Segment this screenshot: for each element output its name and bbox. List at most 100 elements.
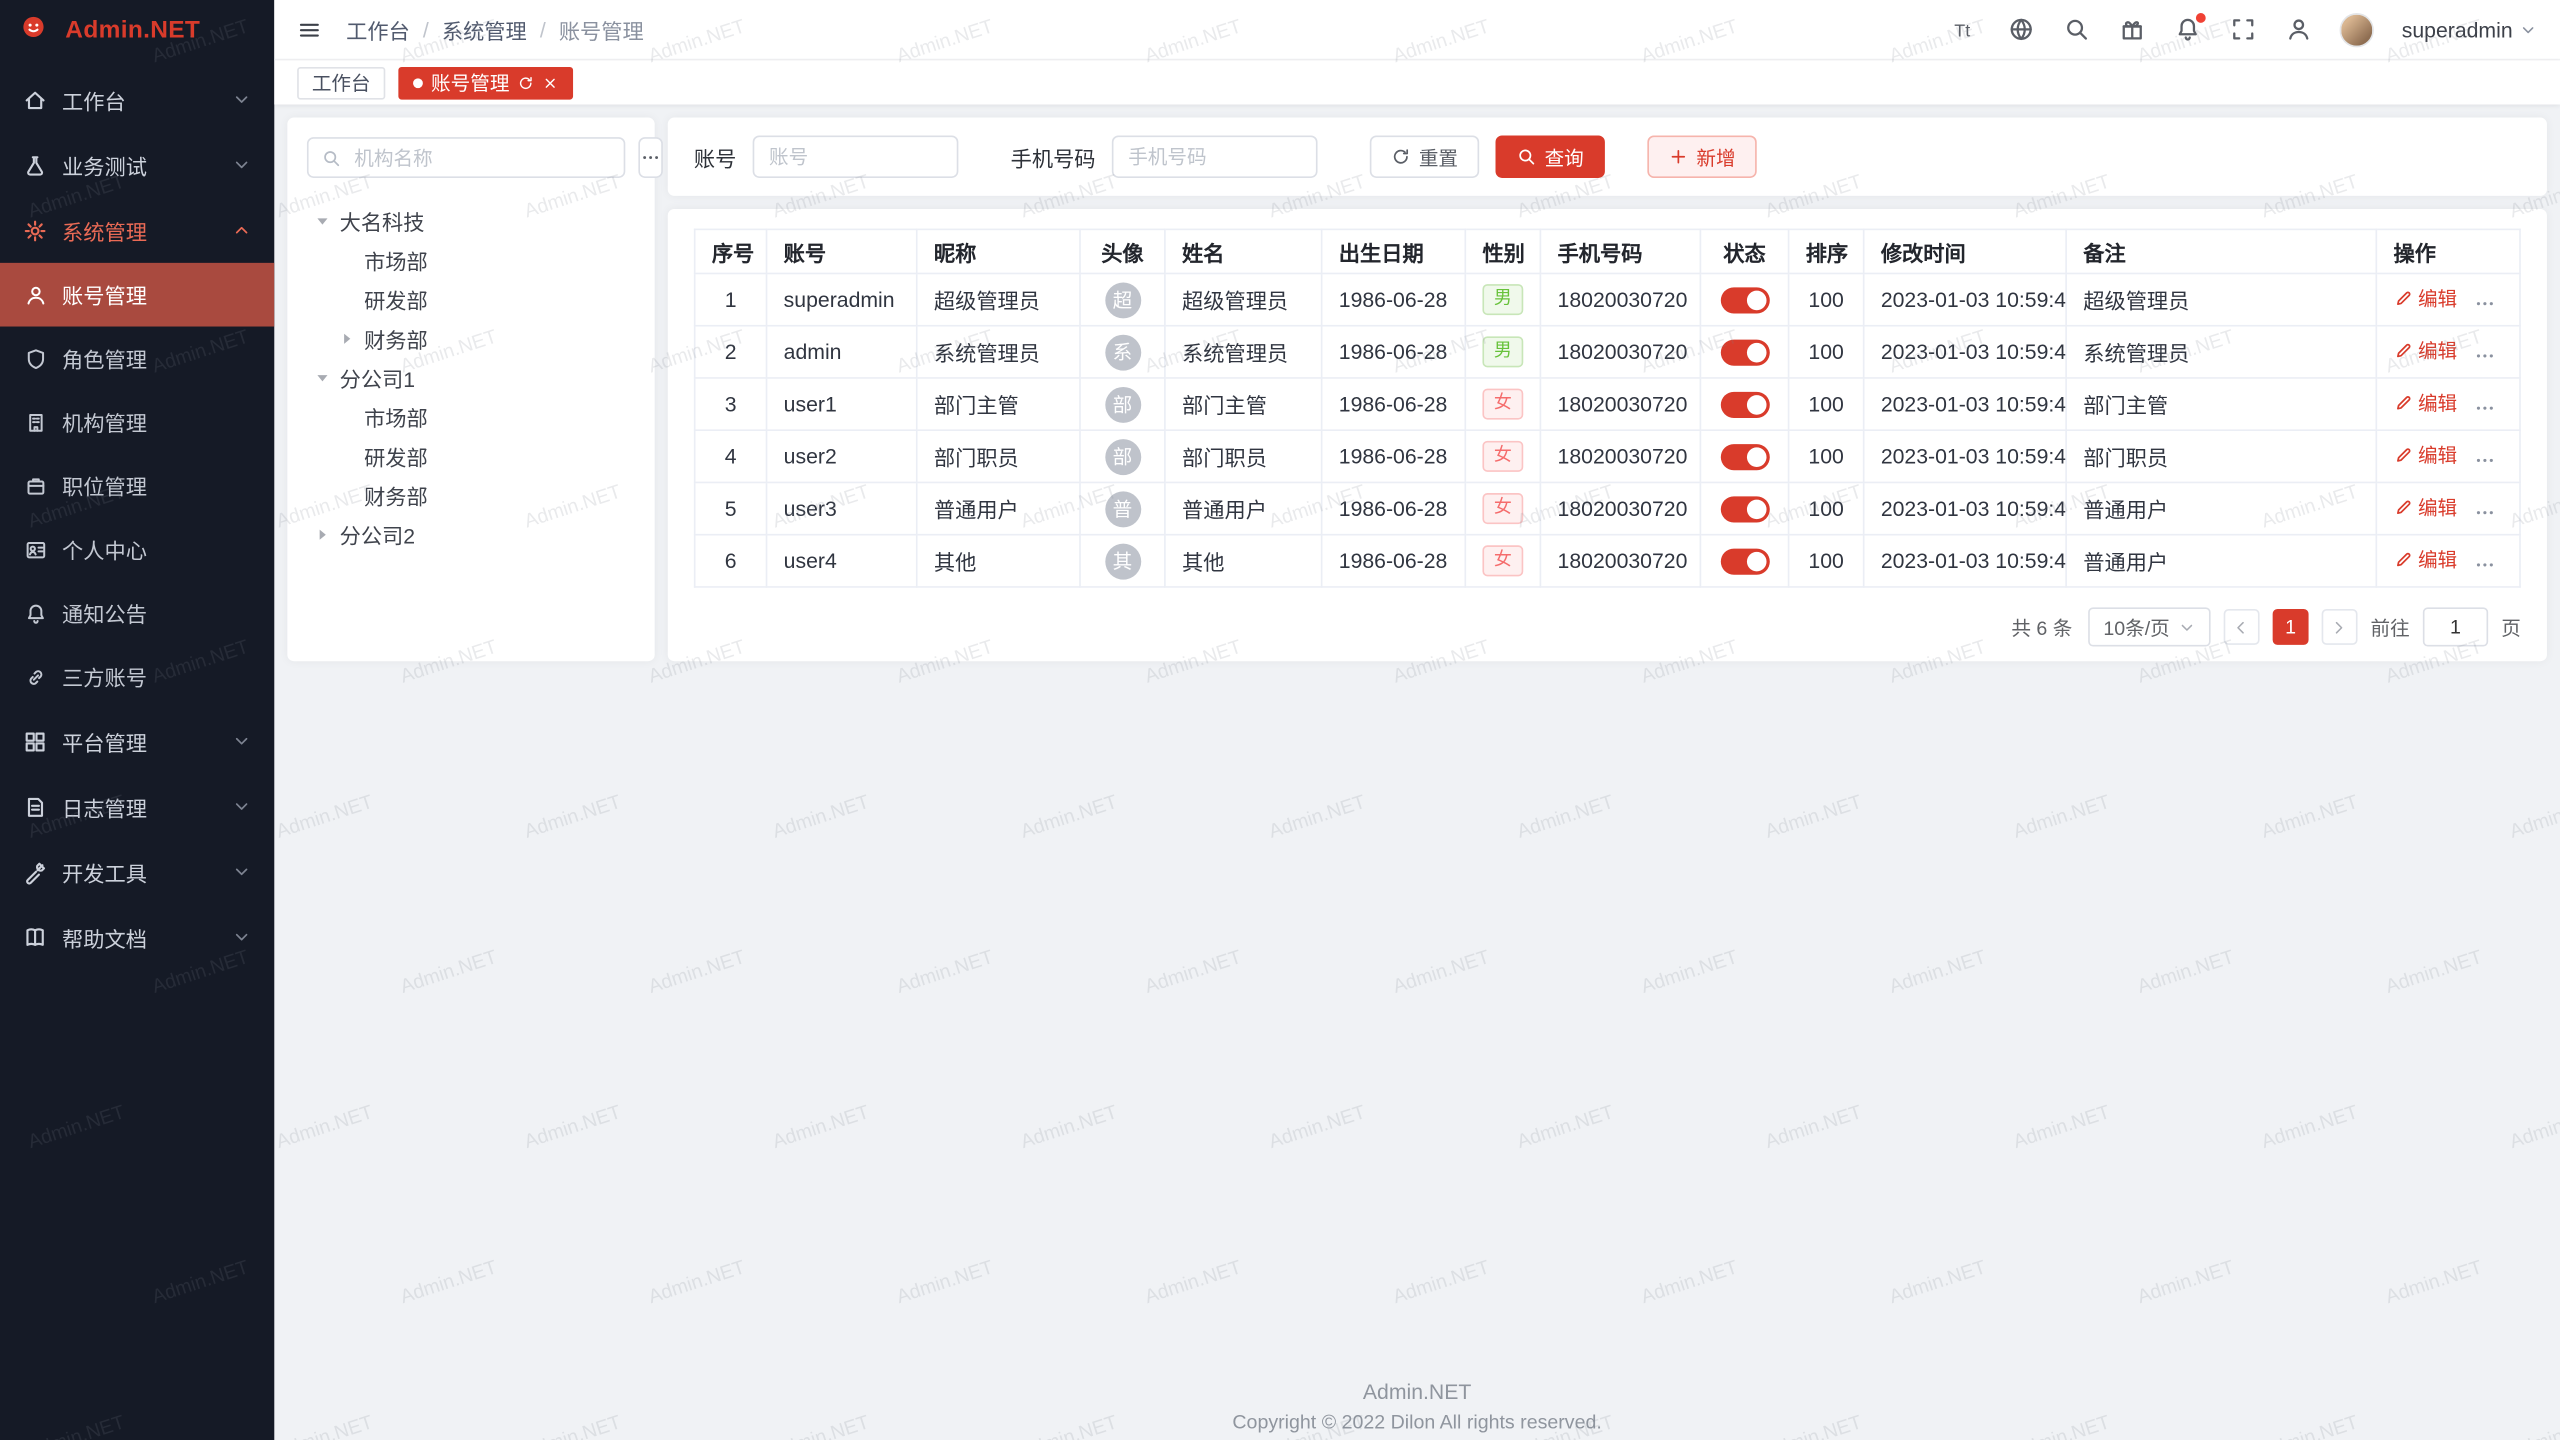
sidebar-item-grid[interactable]: 平台管理	[0, 709, 274, 774]
cell-nickname: 部门职员	[917, 430, 1080, 482]
breadcrumb-item-account: 账号管理	[559, 14, 644, 45]
status-toggle[interactable]	[1720, 391, 1769, 417]
edit-button[interactable]: 编辑	[2393, 494, 2457, 522]
tree-node[interactable]: 财务部	[307, 475, 635, 514]
tree-node[interactable]: 大名科技	[307, 201, 635, 240]
cell-account: user4	[767, 535, 917, 587]
row-more-button[interactable]	[2473, 448, 2496, 471]
sidebar-subitem-shield[interactable]: 角色管理	[0, 327, 274, 391]
row-more-button[interactable]	[2473, 500, 2496, 523]
tab-close-button[interactable]	[542, 74, 558, 90]
sidebar-subitem-badge[interactable]: 职位管理	[0, 454, 274, 518]
cell-nickname: 系统管理员	[917, 326, 1080, 378]
logo[interactable]: Admin.NET	[0, 0, 274, 60]
page-unit: 页	[2501, 613, 2521, 641]
edit-button[interactable]: 编辑	[2393, 389, 2457, 417]
tree-node-label: 大名科技	[335, 205, 425, 236]
global-search-button[interactable]	[2062, 16, 2090, 44]
more-icon	[2473, 344, 2496, 367]
tree-node[interactable]: 研发部	[307, 436, 635, 475]
status-toggle[interactable]	[1720, 339, 1769, 365]
tab-label: 工作台	[312, 69, 371, 97]
column-header: 昵称	[917, 229, 1080, 273]
row-more-button[interactable]	[2473, 344, 2496, 367]
flask-icon	[23, 153, 47, 177]
tab-refresh-button[interactable]	[518, 74, 534, 90]
row-more-button[interactable]	[2473, 291, 2496, 314]
menu-collapse-button[interactable]	[297, 15, 326, 44]
avatar[interactable]	[2340, 12, 2374, 46]
org-search-row	[307, 137, 635, 178]
sidebar-item-home[interactable]: 工作台	[0, 67, 274, 132]
tab-workbench[interactable]: 工作台	[297, 66, 385, 99]
tree-node[interactable]: 分公司1	[307, 358, 635, 397]
accounts-table-card: 序号账号昵称头像姓名出生日期性别手机号码状态排序修改时间备注操作 1supera…	[668, 209, 2547, 661]
edit-icon	[2393, 289, 2413, 309]
tree-node[interactable]: 市场部	[307, 240, 635, 279]
menu-label: 三方账号	[62, 661, 147, 692]
row-avatar: 超	[1104, 282, 1140, 318]
cell-avatar: 系	[1080, 326, 1165, 378]
status-toggle[interactable]	[1720, 287, 1769, 313]
gender-badge: 男	[1482, 284, 1523, 315]
row-index: 6	[695, 535, 767, 587]
cell-account: user1	[767, 378, 917, 430]
status-toggle[interactable]	[1720, 496, 1769, 522]
sidebar-subitem-building[interactable]: 机构管理	[0, 390, 274, 454]
sidebar-item-wrench[interactable]: 开发工具	[0, 839, 274, 904]
chevron-down-icon	[232, 155, 252, 175]
prev-page-button[interactable]	[2224, 609, 2260, 645]
logo-icon	[21, 14, 54, 47]
status-toggle[interactable]	[1720, 444, 1769, 470]
goto-page-input[interactable]	[2423, 607, 2488, 646]
book-icon	[23, 925, 47, 949]
gender-badge: 女	[1482, 545, 1523, 576]
sidebar-item-flask[interactable]: 业务测试	[0, 132, 274, 197]
breadcrumb-item-system[interactable]: 系统管理	[442, 14, 527, 45]
menu-label: 角色管理	[62, 343, 147, 374]
fullscreen-button[interactable]	[2229, 16, 2257, 44]
sidebar-subitem-user[interactable]: 账号管理	[0, 263, 274, 327]
status-toggle[interactable]	[1720, 548, 1769, 574]
sidebar-subitem-link[interactable]: 三方账号	[0, 645, 274, 709]
profile-button[interactable]	[2284, 16, 2312, 44]
account-input[interactable]	[753, 136, 959, 178]
search-button[interactable]: 查询	[1496, 136, 1605, 178]
sidebar-subitem-profile[interactable]: 个人中心	[0, 518, 274, 582]
language-button[interactable]	[2007, 16, 2035, 44]
tree-node-label: 市场部	[359, 244, 428, 275]
tree-node[interactable]: 市场部	[307, 397, 635, 436]
sidebar-subitem-bell[interactable]: 通知公告	[0, 581, 274, 645]
caret-down-icon	[313, 368, 331, 386]
notification-button[interactable]	[2173, 16, 2201, 44]
reset-button[interactable]: 重置	[1370, 136, 1479, 178]
cell-remark: 普通用户	[2066, 482, 2376, 534]
next-page-button[interactable]	[2322, 609, 2358, 645]
sidebar-item-doc[interactable]: 日志管理	[0, 774, 274, 839]
cell-name: 系统管理员	[1165, 326, 1322, 378]
font-size-button[interactable]: Tt	[1951, 16, 1979, 44]
edit-button[interactable]: 编辑	[2393, 337, 2457, 365]
row-more-button[interactable]	[2473, 396, 2496, 419]
row-more-button[interactable]	[2473, 553, 2496, 576]
user-menu[interactable]: superadmin	[2402, 17, 2537, 41]
edit-button[interactable]: 编辑	[2393, 285, 2457, 313]
add-button[interactable]: 新增	[1647, 136, 1756, 178]
page-1-button[interactable]: 1	[2273, 609, 2309, 645]
edit-button[interactable]: 编辑	[2393, 442, 2457, 470]
tree-node[interactable]: 研发部	[307, 279, 635, 318]
tree-node[interactable]: 分公司2	[307, 514, 635, 553]
cell-gender: 女	[1465, 378, 1540, 430]
caret-down-icon	[313, 211, 331, 229]
theme-button[interactable]	[2118, 16, 2146, 44]
edit-button[interactable]: 编辑	[2393, 546, 2457, 574]
org-search-input[interactable]	[351, 144, 611, 170]
sidebar-item-book[interactable]: 帮助文档	[0, 904, 274, 969]
sidebar-item-gear[interactable]: 系统管理	[0, 198, 274, 263]
breadcrumb-item-workbench[interactable]: 工作台	[346, 14, 410, 45]
tree-node[interactable]: 财务部	[307, 318, 635, 357]
tab-account-management[interactable]: 账号管理	[398, 66, 573, 99]
page-size-select[interactable]: 10条/页	[2089, 607, 2211, 646]
org-more-button[interactable]	[638, 137, 662, 178]
phone-input[interactable]	[1112, 136, 1318, 178]
